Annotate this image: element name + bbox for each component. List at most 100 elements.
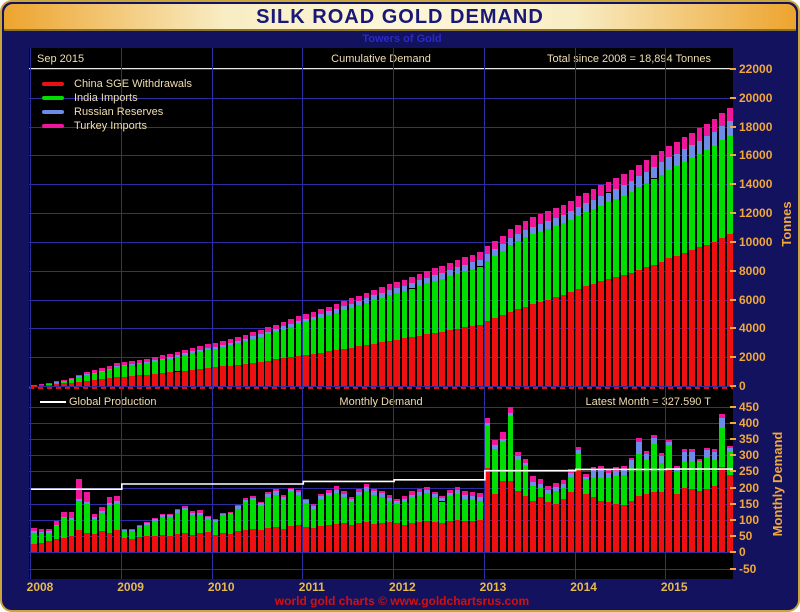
- cumulative-bar-segment: [704, 244, 710, 386]
- cumulative-bar-segment: [636, 270, 642, 386]
- monthly-bar-segment: [416, 492, 423, 496]
- monthly-bar-segment: [371, 494, 377, 524]
- cumulative-bar-segment: [515, 224, 521, 234]
- monthly-bar-segment: [477, 500, 483, 520]
- monthly-bar-segment: [704, 458, 710, 490]
- monthly-bar-segment: [144, 522, 151, 523]
- cumulative-bar-segment: [61, 380, 67, 384]
- monthly-bar-segment: [371, 523, 377, 553]
- monthly-bar-segment: [552, 503, 559, 553]
- monthly-bar-segment: [643, 453, 650, 460]
- cumulative-bar-segment: [83, 374, 90, 381]
- cumulative-bar-segment: [719, 112, 725, 126]
- monthly-bar-segment: [621, 468, 627, 475]
- monthly-bar-segment: [99, 511, 105, 514]
- monthly-bar-segment: [159, 516, 166, 535]
- cumulative-bar-segment: [696, 247, 703, 386]
- cumulative-bar-segment: [371, 300, 377, 344]
- monthly-bar-segment: [681, 448, 688, 452]
- cumulative-bar-segment: [409, 283, 415, 289]
- monthly-bar-segment: [552, 490, 559, 504]
- monthly-bar-segment: [477, 496, 483, 501]
- monthly-bar-segment: [46, 532, 52, 542]
- monthly-bar-segment: [568, 491, 574, 553]
- monthly-bar-segment: [250, 497, 256, 500]
- monthly-bar-segment: [530, 475, 536, 483]
- monthly-bar-segment: [280, 529, 287, 553]
- cumulative-bar-segment: [197, 368, 203, 386]
- cumulative-bar-segment: [673, 166, 680, 256]
- monthly-bar-segment: [242, 499, 249, 503]
- cumulative-bar-segment: [189, 353, 196, 370]
- cumulative-bar-segment: [333, 308, 340, 313]
- cumulative-bar-segment: [197, 346, 203, 350]
- cumulative-bar-segment: [568, 201, 574, 212]
- cumulative-bar-segment: [590, 189, 597, 200]
- monthly-bar-segment: [598, 466, 604, 469]
- cumulative-bar-segment: [114, 366, 120, 368]
- monthly-bar-segment: [386, 500, 393, 522]
- cumulative-bar-segment: [159, 355, 166, 359]
- monthly-bar-segment: [462, 495, 468, 499]
- monthly-bar-segment: [356, 491, 362, 495]
- cumulative-bar-segment: [401, 338, 408, 386]
- monthly-bar-segment: [454, 519, 461, 553]
- cumulative-bar-segment: [38, 384, 45, 386]
- monthly-bar-segment: [552, 482, 559, 488]
- monthly-bar-segment: [621, 465, 627, 469]
- cumulative-bar-segment: [386, 295, 393, 341]
- monthly-bar-segment: [250, 529, 256, 553]
- cumulative-bar-segment: [310, 320, 317, 354]
- cumulative-bar-segment: [83, 380, 90, 386]
- monthly-bar-segment: [174, 533, 181, 553]
- cumulative-bar-segment: [431, 268, 438, 276]
- monthly-bar-segment: [583, 473, 589, 477]
- monthly-bar-segment: [227, 514, 234, 534]
- monthly-demand-axis-label: Monthly Demand: [770, 431, 785, 537]
- top-gridline: [29, 386, 733, 387]
- monthly-bar-segment: [182, 506, 188, 508]
- cumulative-bar-segment: [106, 368, 113, 370]
- monthly-bar-segment: [431, 497, 438, 522]
- y-tick-label: 4000: [739, 321, 766, 336]
- monthly-bar-segment: [106, 532, 113, 553]
- monthly-bar-segment: [204, 517, 211, 520]
- monthly-bar-segment: [673, 471, 680, 495]
- cumulative-bar-segment: [212, 367, 219, 386]
- cumulative-bar-segment: [552, 297, 559, 386]
- cumulative-bar-segment: [537, 223, 544, 232]
- cumulative-bar-segment: [378, 286, 385, 293]
- y-tick-mark: [730, 518, 736, 521]
- cumulative-bar-segment: [726, 108, 733, 122]
- cumulative-bar-segment: [492, 256, 499, 319]
- monthly-bar-segment: [152, 535, 158, 553]
- cumulative-bar-segment: [560, 223, 567, 296]
- monthly-bar-segment: [53, 520, 60, 525]
- cumulative-bar-segment: [76, 376, 82, 377]
- monthly-bar-segment: [704, 450, 710, 459]
- monthly-bar-segment: [83, 492, 90, 502]
- monthly-bar-segment: [719, 413, 725, 418]
- monthly-bar-segment: [658, 491, 665, 553]
- cumulative-bar-segment: [235, 364, 241, 386]
- monthly-bar-segment: [174, 508, 181, 511]
- cumulative-bar-segment: [144, 358, 151, 362]
- monthly-bar-segment: [356, 488, 362, 492]
- cumulative-bar-segment: [711, 131, 718, 146]
- monthly-bar-segment: [257, 530, 264, 553]
- monthly-bar-segment: [689, 451, 695, 462]
- cumulative-bar-segment: [469, 254, 476, 263]
- cumulative-bar-segment: [220, 347, 226, 367]
- cumulative-bar-segment: [250, 336, 256, 339]
- cumulative-bar-segment: [227, 339, 234, 344]
- cumulative-bar-segment: [46, 384, 52, 386]
- monthly-bar-segment: [212, 519, 219, 520]
- year-gridline: [211, 48, 213, 579]
- y-tick-mark: [730, 327, 736, 330]
- cumulative-bar-segment: [273, 359, 279, 386]
- monthly-bar-segment: [333, 493, 340, 524]
- monthly-bar-segment: [628, 457, 635, 461]
- cumulative-bar-segment: [651, 166, 657, 179]
- cumulative-bar-segment: [371, 289, 377, 296]
- monthly-bar-segment: [318, 493, 325, 497]
